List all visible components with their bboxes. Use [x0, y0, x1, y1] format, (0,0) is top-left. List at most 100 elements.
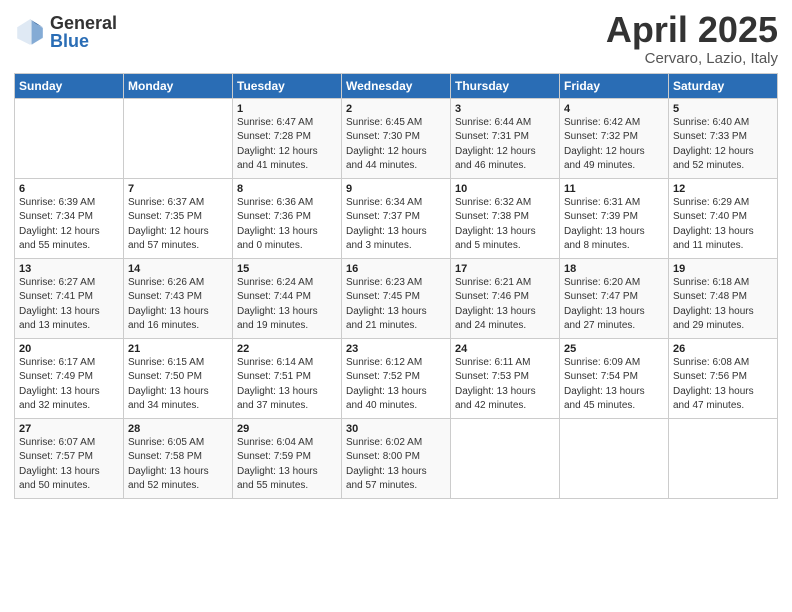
day-number: 7 — [128, 183, 228, 195]
calendar-cell: 10Sunrise: 6:32 AM Sunset: 7:38 PM Dayli… — [451, 178, 560, 258]
logo-blue: Blue — [50, 32, 117, 50]
day-number: 18 — [564, 263, 664, 275]
day-number: 6 — [19, 183, 119, 195]
day-content: Sunrise: 6:17 AM Sunset: 7:49 PM Dayligh… — [19, 356, 119, 414]
day-number: 9 — [346, 183, 446, 195]
day-content: Sunrise: 6:24 AM Sunset: 7:44 PM Dayligh… — [237, 276, 337, 334]
calendar-cell: 16Sunrise: 6:23 AM Sunset: 7:45 PM Dayli… — [342, 258, 451, 338]
calendar-cell: 22Sunrise: 6:14 AM Sunset: 7:51 PM Dayli… — [233, 338, 342, 418]
weekday-header: Tuesday — [233, 73, 342, 98]
day-number: 12 — [673, 183, 773, 195]
day-number: 22 — [237, 343, 337, 355]
calendar-week-row: 13Sunrise: 6:27 AM Sunset: 7:41 PM Dayli… — [15, 258, 778, 338]
day-number: 29 — [237, 423, 337, 435]
day-number: 24 — [455, 343, 555, 355]
day-number: 11 — [564, 183, 664, 195]
calendar-cell — [15, 98, 124, 178]
calendar-table: SundayMondayTuesdayWednesdayThursdayFrid… — [14, 73, 778, 499]
day-content: Sunrise: 6:45 AM Sunset: 7:30 PM Dayligh… — [346, 116, 446, 174]
day-content: Sunrise: 6:37 AM Sunset: 7:35 PM Dayligh… — [128, 196, 228, 254]
day-content: Sunrise: 6:26 AM Sunset: 7:43 PM Dayligh… — [128, 276, 228, 334]
calendar-cell: 19Sunrise: 6:18 AM Sunset: 7:48 PM Dayli… — [669, 258, 778, 338]
calendar-week-row: 27Sunrise: 6:07 AM Sunset: 7:57 PM Dayli… — [15, 418, 778, 498]
title-location: Cervaro, Lazio, Italy — [606, 50, 778, 67]
calendar-cell: 21Sunrise: 6:15 AM Sunset: 7:50 PM Dayli… — [124, 338, 233, 418]
calendar-cell — [124, 98, 233, 178]
day-content: Sunrise: 6:21 AM Sunset: 7:46 PM Dayligh… — [455, 276, 555, 334]
logo-text: General Blue — [50, 14, 117, 50]
calendar-cell: 1Sunrise: 6:47 AM Sunset: 7:28 PM Daylig… — [233, 98, 342, 178]
calendar-cell — [560, 418, 669, 498]
day-number: 4 — [564, 103, 664, 115]
calendar-cell: 13Sunrise: 6:27 AM Sunset: 7:41 PM Dayli… — [15, 258, 124, 338]
logo: General Blue — [14, 14, 117, 50]
day-number: 19 — [673, 263, 773, 275]
day-number: 20 — [19, 343, 119, 355]
calendar-cell: 5Sunrise: 6:40 AM Sunset: 7:33 PM Daylig… — [669, 98, 778, 178]
day-content: Sunrise: 6:34 AM Sunset: 7:37 PM Dayligh… — [346, 196, 446, 254]
calendar-cell: 27Sunrise: 6:07 AM Sunset: 7:57 PM Dayli… — [15, 418, 124, 498]
calendar-week-row: 20Sunrise: 6:17 AM Sunset: 7:49 PM Dayli… — [15, 338, 778, 418]
calendar-cell: 30Sunrise: 6:02 AM Sunset: 8:00 PM Dayli… — [342, 418, 451, 498]
day-content: Sunrise: 6:09 AM Sunset: 7:54 PM Dayligh… — [564, 356, 664, 414]
calendar-cell: 29Sunrise: 6:04 AM Sunset: 7:59 PM Dayli… — [233, 418, 342, 498]
calendar-container: General Blue April 2025 Cervaro, Lazio, … — [0, 0, 792, 612]
calendar-cell: 12Sunrise: 6:29 AM Sunset: 7:40 PM Dayli… — [669, 178, 778, 258]
day-content: Sunrise: 6:42 AM Sunset: 7:32 PM Dayligh… — [564, 116, 664, 174]
logo-general: General — [50, 14, 117, 32]
day-content: Sunrise: 6:07 AM Sunset: 7:57 PM Dayligh… — [19, 436, 119, 494]
calendar-cell — [451, 418, 560, 498]
calendar-cell: 9Sunrise: 6:34 AM Sunset: 7:37 PM Daylig… — [342, 178, 451, 258]
weekday-header: Saturday — [669, 73, 778, 98]
calendar-cell — [669, 418, 778, 498]
weekday-header-row: SundayMondayTuesdayWednesdayThursdayFrid… — [15, 73, 778, 98]
day-number: 16 — [346, 263, 446, 275]
calendar-cell: 24Sunrise: 6:11 AM Sunset: 7:53 PM Dayli… — [451, 338, 560, 418]
day-content: Sunrise: 6:29 AM Sunset: 7:40 PM Dayligh… — [673, 196, 773, 254]
day-content: Sunrise: 6:04 AM Sunset: 7:59 PM Dayligh… — [237, 436, 337, 494]
day-content: Sunrise: 6:40 AM Sunset: 7:33 PM Dayligh… — [673, 116, 773, 174]
header: General Blue April 2025 Cervaro, Lazio, … — [14, 10, 778, 67]
calendar-cell: 25Sunrise: 6:09 AM Sunset: 7:54 PM Dayli… — [560, 338, 669, 418]
day-content: Sunrise: 6:14 AM Sunset: 7:51 PM Dayligh… — [237, 356, 337, 414]
calendar-cell: 6Sunrise: 6:39 AM Sunset: 7:34 PM Daylig… — [15, 178, 124, 258]
day-content: Sunrise: 6:15 AM Sunset: 7:50 PM Dayligh… — [128, 356, 228, 414]
calendar-cell: 26Sunrise: 6:08 AM Sunset: 7:56 PM Dayli… — [669, 338, 778, 418]
day-number: 10 — [455, 183, 555, 195]
day-number: 5 — [673, 103, 773, 115]
day-number: 17 — [455, 263, 555, 275]
logo-icon — [14, 16, 46, 48]
title-month: April 2025 — [606, 10, 778, 50]
day-number: 2 — [346, 103, 446, 115]
calendar-cell: 3Sunrise: 6:44 AM Sunset: 7:31 PM Daylig… — [451, 98, 560, 178]
day-number: 13 — [19, 263, 119, 275]
calendar-cell: 14Sunrise: 6:26 AM Sunset: 7:43 PM Dayli… — [124, 258, 233, 338]
calendar-cell: 17Sunrise: 6:21 AM Sunset: 7:46 PM Dayli… — [451, 258, 560, 338]
day-number: 21 — [128, 343, 228, 355]
weekday-header: Wednesday — [342, 73, 451, 98]
day-number: 25 — [564, 343, 664, 355]
day-number: 14 — [128, 263, 228, 275]
day-number: 15 — [237, 263, 337, 275]
day-content: Sunrise: 6:32 AM Sunset: 7:38 PM Dayligh… — [455, 196, 555, 254]
day-content: Sunrise: 6:05 AM Sunset: 7:58 PM Dayligh… — [128, 436, 228, 494]
day-number: 3 — [455, 103, 555, 115]
day-content: Sunrise: 6:02 AM Sunset: 8:00 PM Dayligh… — [346, 436, 446, 494]
day-content: Sunrise: 6:31 AM Sunset: 7:39 PM Dayligh… — [564, 196, 664, 254]
day-content: Sunrise: 6:20 AM Sunset: 7:47 PM Dayligh… — [564, 276, 664, 334]
day-content: Sunrise: 6:47 AM Sunset: 7:28 PM Dayligh… — [237, 116, 337, 174]
title-block: April 2025 Cervaro, Lazio, Italy — [606, 10, 778, 67]
day-number: 30 — [346, 423, 446, 435]
day-number: 23 — [346, 343, 446, 355]
day-content: Sunrise: 6:39 AM Sunset: 7:34 PM Dayligh… — [19, 196, 119, 254]
weekday-header: Monday — [124, 73, 233, 98]
day-content: Sunrise: 6:44 AM Sunset: 7:31 PM Dayligh… — [455, 116, 555, 174]
weekday-header: Friday — [560, 73, 669, 98]
day-content: Sunrise: 6:12 AM Sunset: 7:52 PM Dayligh… — [346, 356, 446, 414]
day-number: 27 — [19, 423, 119, 435]
calendar-cell: 2Sunrise: 6:45 AM Sunset: 7:30 PM Daylig… — [342, 98, 451, 178]
day-number: 8 — [237, 183, 337, 195]
calendar-cell: 8Sunrise: 6:36 AM Sunset: 7:36 PM Daylig… — [233, 178, 342, 258]
calendar-cell: 11Sunrise: 6:31 AM Sunset: 7:39 PM Dayli… — [560, 178, 669, 258]
calendar-cell: 28Sunrise: 6:05 AM Sunset: 7:58 PM Dayli… — [124, 418, 233, 498]
